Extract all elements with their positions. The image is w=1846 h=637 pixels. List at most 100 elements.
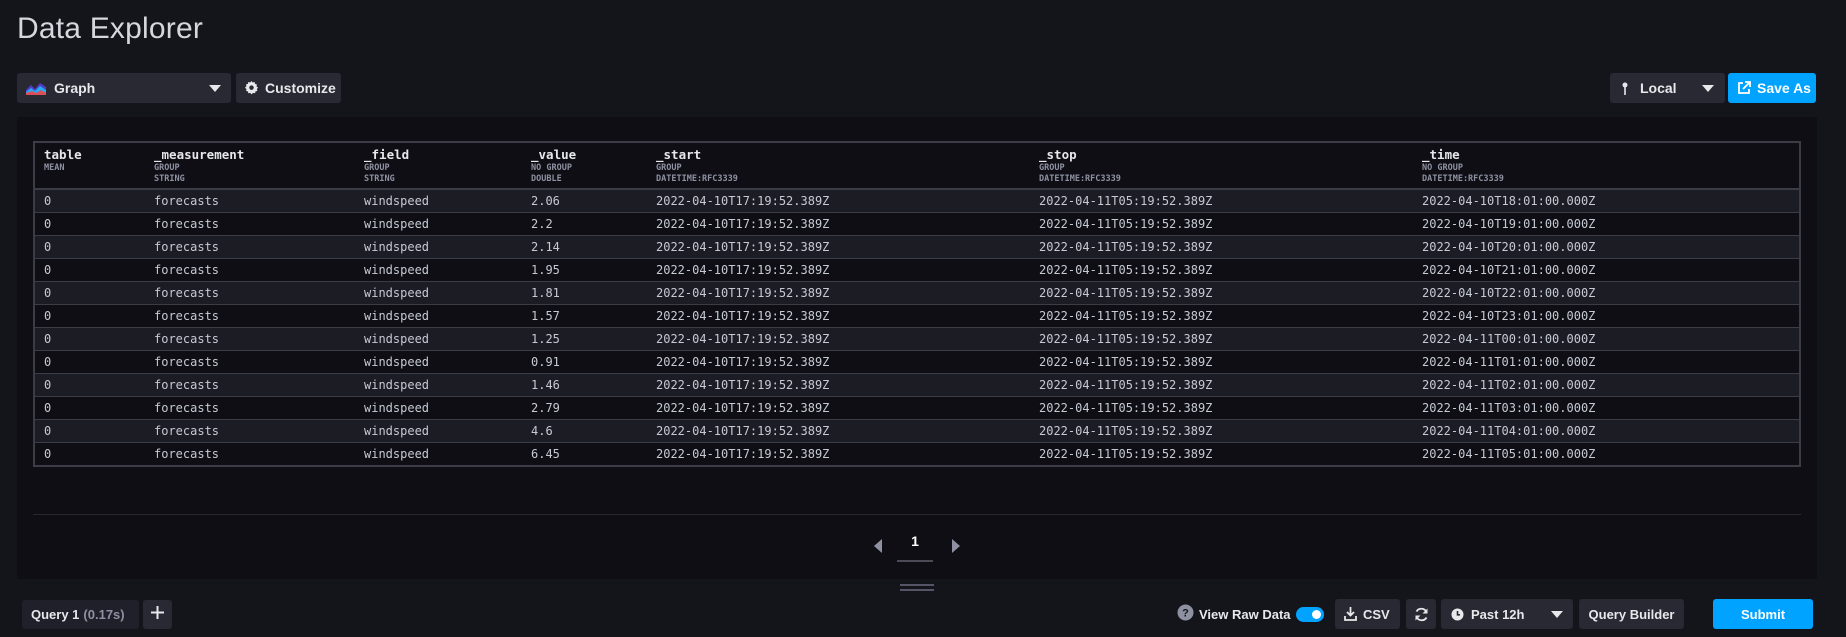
table-cell: windspeed <box>355 189 522 213</box>
table-row: 0 forecasts windspeed 1.46 2022-04-10T17:19:… <box>35 373 1799 397</box>
table-cell: 1.57 <box>522 304 647 328</box>
chevron-down-icon <box>1551 611 1563 618</box>
query-tab[interactable]: Query 1 (0.17s) <box>22 600 139 629</box>
column-meta: NO GROUP <box>1422 163 1463 173</box>
customize-button[interactable]: Customize <box>236 73 341 103</box>
query-tab-label: Query 1 <box>31 607 80 622</box>
column-name: _time <box>1422 147 1460 162</box>
clock-icon <box>1451 608 1464 621</box>
submit-label: Submit <box>1740 606 1786 622</box>
save-as-label: Save As <box>1757 80 1811 96</box>
table-cell: forecasts <box>145 212 355 236</box>
table-cell: 2022-04-10T17:19:52.389Z <box>647 396 1030 420</box>
divider <box>33 514 1801 515</box>
csv-download-button[interactable]: CSV <box>1335 599 1400 629</box>
table-cell: 2022-04-11T05:19:52.389Z <box>1030 396 1413 420</box>
table-cell: 2022-04-10T17:19:52.389Z <box>647 212 1030 236</box>
chevron-down-icon <box>209 85 221 92</box>
query-bar: Query 1 (0.17s) ? View Raw Data CSV Past… <box>17 599 1816 629</box>
submit-button[interactable]: Submit <box>1713 599 1813 629</box>
table-cell: 2.06 <box>522 189 647 213</box>
graph-type-icon <box>26 81 46 95</box>
table-row: 0 forecasts windspeed 0.91 2022-04-10T17:19:… <box>35 350 1799 374</box>
query-builder-button[interactable]: Query Builder <box>1579 599 1684 629</box>
table-cell: 2022-04-10T17:19:52.389Z <box>647 235 1030 259</box>
table-row: 0 forecasts windspeed 4.6 2022-04-10T17:19:5… <box>35 419 1799 443</box>
table-cell: 2022-04-11T05:19:52.389Z <box>1030 304 1413 328</box>
time-range-dropdown[interactable]: Past 12h <box>1441 599 1573 629</box>
column-meta: MEAN <box>44 163 65 173</box>
table-cell: 0 <box>35 373 145 397</box>
view-raw-data-toggle[interactable]: ? View Raw Data <box>1177 599 1324 629</box>
table-cell: 0 <box>35 442 145 465</box>
table-cell: forecasts <box>145 304 355 328</box>
table-cell: windspeed <box>355 442 522 465</box>
table-cell: 2022-04-11T03:01:00.000Z <box>1413 396 1799 420</box>
column-meta: DOUBLE <box>531 174 562 184</box>
table-row: 0 forecasts windspeed 1.25 2022-04-10T17:19:… <box>35 327 1799 351</box>
table-cell: 0 <box>35 235 145 259</box>
table-cell: windspeed <box>355 281 522 305</box>
column-name: _stop <box>1039 147 1077 162</box>
column-meta: NO GROUP <box>531 163 572 173</box>
table-row: 0 forecasts windspeed 2.2 2022-04-10T17:19:5… <box>35 212 1799 236</box>
panel-resize-handle[interactable] <box>900 584 934 594</box>
column-header: _time NO GROUP DATETIME:RFC3339 <box>1413 143 1799 190</box>
table-cell: 2022-04-10T17:19:52.389Z <box>647 419 1030 443</box>
table-cell: 0 <box>35 281 145 305</box>
pagination: 1 <box>17 530 1817 570</box>
view-raw-data-switch[interactable] <box>1295 606 1324 622</box>
add-query-button[interactable] <box>143 600 172 629</box>
column-name: _value <box>531 147 577 162</box>
column-name: _field <box>364 147 410 162</box>
table-cell: 2022-04-11T01:01:00.000Z <box>1413 350 1799 374</box>
table-cell: 1.81 <box>522 281 647 305</box>
table-cell: 2022-04-10T17:19:52.389Z <box>647 304 1030 328</box>
column-name: _measurement <box>154 147 245 162</box>
table-cell: 2022-04-11T05:19:52.389Z <box>1030 442 1413 465</box>
table-cell: windspeed <box>355 350 522 374</box>
table-cell: 2.14 <box>522 235 647 259</box>
page-number[interactable]: 1 <box>897 533 933 549</box>
table-cell: forecasts <box>145 396 355 420</box>
chevron-right-icon[interactable] <box>952 539 960 553</box>
chevron-left-icon[interactable] <box>874 539 882 553</box>
table-cell: 1.95 <box>522 258 647 282</box>
column-meta: DATETIME:RFC3339 <box>656 174 738 184</box>
query-builder-label: Query Builder <box>1588 606 1675 622</box>
graph-type-dropdown[interactable]: Graph <box>17 73 231 103</box>
table-cell: windspeed <box>355 212 522 236</box>
timezone-dropdown[interactable]: Local <box>1610 73 1725 103</box>
table-cell: 2022-04-11T00:01:00.000Z <box>1413 327 1799 351</box>
pin-icon <box>1622 82 1628 95</box>
download-icon <box>1344 607 1357 621</box>
question-icon[interactable]: ? <box>1177 604 1194 624</box>
time-range-label: Past 12h <box>1471 606 1525 622</box>
table-cell: forecasts <box>145 281 355 305</box>
query-time: (0.17s) <box>83 607 125 622</box>
column-header: table MEAN <box>35 143 145 190</box>
table-cell: 1.46 <box>522 373 647 397</box>
table-cell: forecasts <box>145 327 355 351</box>
table-cell: 2022-04-10T17:19:52.389Z <box>647 281 1030 305</box>
table-cell: 2022-04-11T05:19:52.389Z <box>1030 189 1413 213</box>
table-cell: windspeed <box>355 235 522 259</box>
column-meta: GROUP <box>364 163 390 173</box>
chevron-down-icon <box>1702 85 1714 92</box>
table-row: 0 forecasts windspeed 2.06 2022-04-10T17:19:… <box>35 189 1799 213</box>
plus-icon <box>151 605 164 624</box>
table-cell: windspeed <box>355 327 522 351</box>
table-cell: forecasts <box>145 373 355 397</box>
column-name: table <box>44 147 82 162</box>
table-cell: 2.2 <box>522 212 647 236</box>
refresh-button[interactable] <box>1406 599 1436 629</box>
column-header: _stop GROUP DATETIME:RFC3339 <box>1030 143 1413 190</box>
timezone-label: Local <box>1640 80 1677 96</box>
column-header: _field GROUP STRING <box>355 143 522 190</box>
save-as-button[interactable]: Save As <box>1728 73 1816 103</box>
table-cell: 0 <box>35 189 145 213</box>
table-cell: windspeed <box>355 396 522 420</box>
table-cell: 0 <box>35 304 145 328</box>
table-row: 0 forecasts windspeed 1.81 2022-04-10T17:19:… <box>35 281 1799 305</box>
table-cell: 2022-04-10T17:19:52.389Z <box>647 258 1030 282</box>
